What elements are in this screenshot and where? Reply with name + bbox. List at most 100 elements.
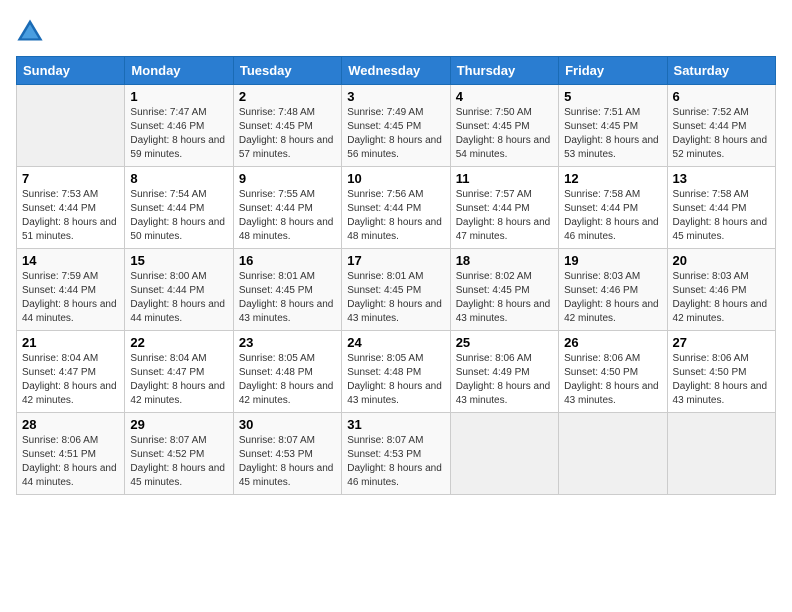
day-number: 25 — [456, 335, 553, 350]
day-number: 14 — [22, 253, 119, 268]
header-row: SundayMondayTuesdayWednesdayThursdayFrid… — [17, 57, 776, 85]
day-info: Sunrise: 7:58 AMSunset: 4:44 PMDaylight:… — [673, 188, 770, 244]
day-info: Sunrise: 7:51 AMSunset: 4:45 PMDaylight:… — [564, 106, 661, 162]
week-row-3: 21Sunrise: 8:04 AMSunset: 4:47 PMDayligh… — [17, 331, 776, 413]
day-cell: 28 Sunrise: 8:06 AMSunset: 4:51 PMDayligh… — [17, 413, 125, 495]
day-number: 4 — [456, 89, 553, 104]
day-number: 26 — [564, 335, 661, 350]
day-number: 5 — [564, 89, 661, 104]
day-cell: 18 Sunrise: 8:02 AMSunset: 4:45 PMDayligh… — [450, 249, 558, 331]
day-info: Sunrise: 8:05 AMSunset: 4:48 PMDaylight:… — [347, 352, 444, 408]
day-number: 3 — [347, 89, 444, 104]
day-cell: 17 Sunrise: 8:01 AMSunset: 4:45 PMDayligh… — [342, 249, 450, 331]
day-cell: 8Sunrise: 7:54 AMSunset: 4:44 PMDaylight… — [125, 167, 233, 249]
day-cell: 25 Sunrise: 8:06 AMSunset: 4:49 PMDayligh… — [450, 331, 558, 413]
header-cell-monday: Monday — [125, 57, 233, 85]
day-cell: 31 Sunrise: 8:07 AMSunset: 4:53 PMDayligh… — [342, 413, 450, 495]
day-info: Sunrise: 7:58 AMSunset: 4:44 PMDaylight:… — [564, 188, 661, 244]
day-cell: 4 Sunrise: 7:50 AMSunset: 4:45 PMDaylight… — [450, 85, 558, 167]
day-info: Sunrise: 8:04 AMSunset: 4:47 PMDaylight:… — [130, 352, 227, 408]
day-info: Sunrise: 7:54 AMSunset: 4:44 PMDaylight:… — [130, 188, 227, 244]
day-number: 10 — [347, 171, 444, 186]
day-cell: 26 Sunrise: 8:06 AMSunset: 4:50 PMDayligh… — [559, 331, 667, 413]
day-info: Sunrise: 7:52 AMSunset: 4:44 PMDaylight:… — [673, 106, 770, 162]
day-info: Sunrise: 7:56 AMSunset: 4:44 PMDaylight:… — [347, 188, 444, 244]
day-cell: 14 Sunrise: 7:59 AMSunset: 4:44 PMDayligh… — [17, 249, 125, 331]
day-number: 31 — [347, 417, 444, 432]
day-number: 27 — [673, 335, 770, 350]
day-cell: 27 Sunrise: 8:06 AMSunset: 4:50 PMDayligh… — [667, 331, 775, 413]
day-info: Sunrise: 8:07 AMSunset: 4:52 PMDaylight:… — [130, 434, 227, 490]
day-number: 2 — [239, 89, 336, 104]
week-row-2: 14 Sunrise: 7:59 AMSunset: 4:44 PMDayligh… — [17, 249, 776, 331]
day-number: 11 — [456, 171, 553, 186]
day-info: Sunrise: 8:06 AMSunset: 4:51 PMDaylight:… — [22, 434, 119, 490]
header-cell-saturday: Saturday — [667, 57, 775, 85]
day-info: Sunrise: 8:01 AMSunset: 4:45 PMDaylight:… — [347, 270, 444, 326]
day-info: Sunrise: 8:05 AMSunset: 4:48 PMDaylight:… — [239, 352, 336, 408]
day-info: Sunrise: 7:49 AMSunset: 4:45 PMDaylight:… — [347, 106, 444, 162]
day-info: Sunrise: 8:03 AMSunset: 4:46 PMDaylight:… — [564, 270, 661, 326]
day-cell: 6 Sunrise: 7:52 AMSunset: 4:44 PMDaylight… — [667, 85, 775, 167]
day-info: Sunrise: 8:06 AMSunset: 4:50 PMDaylight:… — [564, 352, 661, 408]
day-info: Sunrise: 8:06 AMSunset: 4:49 PMDaylight:… — [456, 352, 553, 408]
day-number: 19 — [564, 253, 661, 268]
day-cell: 13 Sunrise: 7:58 AMSunset: 4:44 PMDayligh… — [667, 167, 775, 249]
day-info: Sunrise: 7:47 AMSunset: 4:46 PMDaylight:… — [130, 106, 227, 162]
day-info: Sunrise: 8:07 AMSunset: 4:53 PMDaylight:… — [347, 434, 444, 490]
day-number: 17 — [347, 253, 444, 268]
day-number: 1 — [130, 89, 227, 104]
day-cell — [17, 85, 125, 167]
day-cell: 1 Sunrise: 7:47 AMSunset: 4:46 PMDaylight… — [125, 85, 233, 167]
day-number: 15 — [130, 253, 227, 268]
day-cell — [450, 413, 558, 495]
day-cell: 19 Sunrise: 8:03 AMSunset: 4:46 PMDayligh… — [559, 249, 667, 331]
day-number: 28 — [22, 417, 119, 432]
day-info: Sunrise: 7:59 AMSunset: 4:44 PMDaylight:… — [22, 270, 119, 326]
day-info: Sunrise: 8:03 AMSunset: 4:46 PMDaylight:… — [673, 270, 770, 326]
day-number: 7 — [22, 171, 119, 186]
day-cell: 22Sunrise: 8:04 AMSunset: 4:47 PMDayligh… — [125, 331, 233, 413]
day-cell: 9 Sunrise: 7:55 AMSunset: 4:44 PMDaylight… — [233, 167, 341, 249]
day-info: Sunrise: 7:53 AMSunset: 4:44 PMDaylight:… — [22, 188, 119, 244]
day-number: 16 — [239, 253, 336, 268]
day-number: 6 — [673, 89, 770, 104]
calendar-header: SundayMondayTuesdayWednesdayThursdayFrid… — [17, 57, 776, 85]
day-cell: 23 Sunrise: 8:05 AMSunset: 4:48 PMDayligh… — [233, 331, 341, 413]
day-cell: 30 Sunrise: 8:07 AMSunset: 4:53 PMDayligh… — [233, 413, 341, 495]
day-cell: 11Sunrise: 7:57 AMSunset: 4:44 PMDayligh… — [450, 167, 558, 249]
day-info: Sunrise: 8:02 AMSunset: 4:45 PMDaylight:… — [456, 270, 553, 326]
day-info: Sunrise: 8:00 AMSunset: 4:44 PMDaylight:… — [130, 270, 227, 326]
day-cell: 5 Sunrise: 7:51 AMSunset: 4:45 PMDaylight… — [559, 85, 667, 167]
calendar-body: 1 Sunrise: 7:47 AMSunset: 4:46 PMDaylight… — [17, 85, 776, 495]
day-number: 9 — [239, 171, 336, 186]
day-number: 20 — [673, 253, 770, 268]
header-cell-friday: Friday — [559, 57, 667, 85]
logo-icon — [16, 16, 44, 44]
logo — [16, 16, 48, 44]
calendar-table: SundayMondayTuesdayWednesdayThursdayFrid… — [16, 56, 776, 495]
day-info: Sunrise: 8:01 AMSunset: 4:45 PMDaylight:… — [239, 270, 336, 326]
week-row-1: 7 Sunrise: 7:53 AMSunset: 4:44 PMDaylight… — [17, 167, 776, 249]
day-number: 18 — [456, 253, 553, 268]
day-cell — [559, 413, 667, 495]
day-info: Sunrise: 7:50 AMSunset: 4:45 PMDaylight:… — [456, 106, 553, 162]
page-header — [16, 16, 776, 44]
day-cell: 3 Sunrise: 7:49 AMSunset: 4:45 PMDaylight… — [342, 85, 450, 167]
day-number: 23 — [239, 335, 336, 350]
day-cell: 20 Sunrise: 8:03 AMSunset: 4:46 PMDayligh… — [667, 249, 775, 331]
header-cell-thursday: Thursday — [450, 57, 558, 85]
day-info: Sunrise: 8:07 AMSunset: 4:53 PMDaylight:… — [239, 434, 336, 490]
header-cell-sunday: Sunday — [17, 57, 125, 85]
day-number: 24 — [347, 335, 444, 350]
day-info: Sunrise: 8:04 AMSunset: 4:47 PMDaylight:… — [22, 352, 119, 408]
day-cell: 2Sunrise: 7:48 AMSunset: 4:45 PMDaylight… — [233, 85, 341, 167]
day-cell: 10 Sunrise: 7:56 AMSunset: 4:44 PMDayligh… — [342, 167, 450, 249]
day-cell: 24 Sunrise: 8:05 AMSunset: 4:48 PMDayligh… — [342, 331, 450, 413]
day-number: 13 — [673, 171, 770, 186]
day-number: 12 — [564, 171, 661, 186]
day-cell: 16 Sunrise: 8:01 AMSunset: 4:45 PMDayligh… — [233, 249, 341, 331]
day-number: 30 — [239, 417, 336, 432]
day-info: Sunrise: 7:55 AMSunset: 4:44 PMDaylight:… — [239, 188, 336, 244]
day-info: Sunrise: 8:06 AMSunset: 4:50 PMDaylight:… — [673, 352, 770, 408]
